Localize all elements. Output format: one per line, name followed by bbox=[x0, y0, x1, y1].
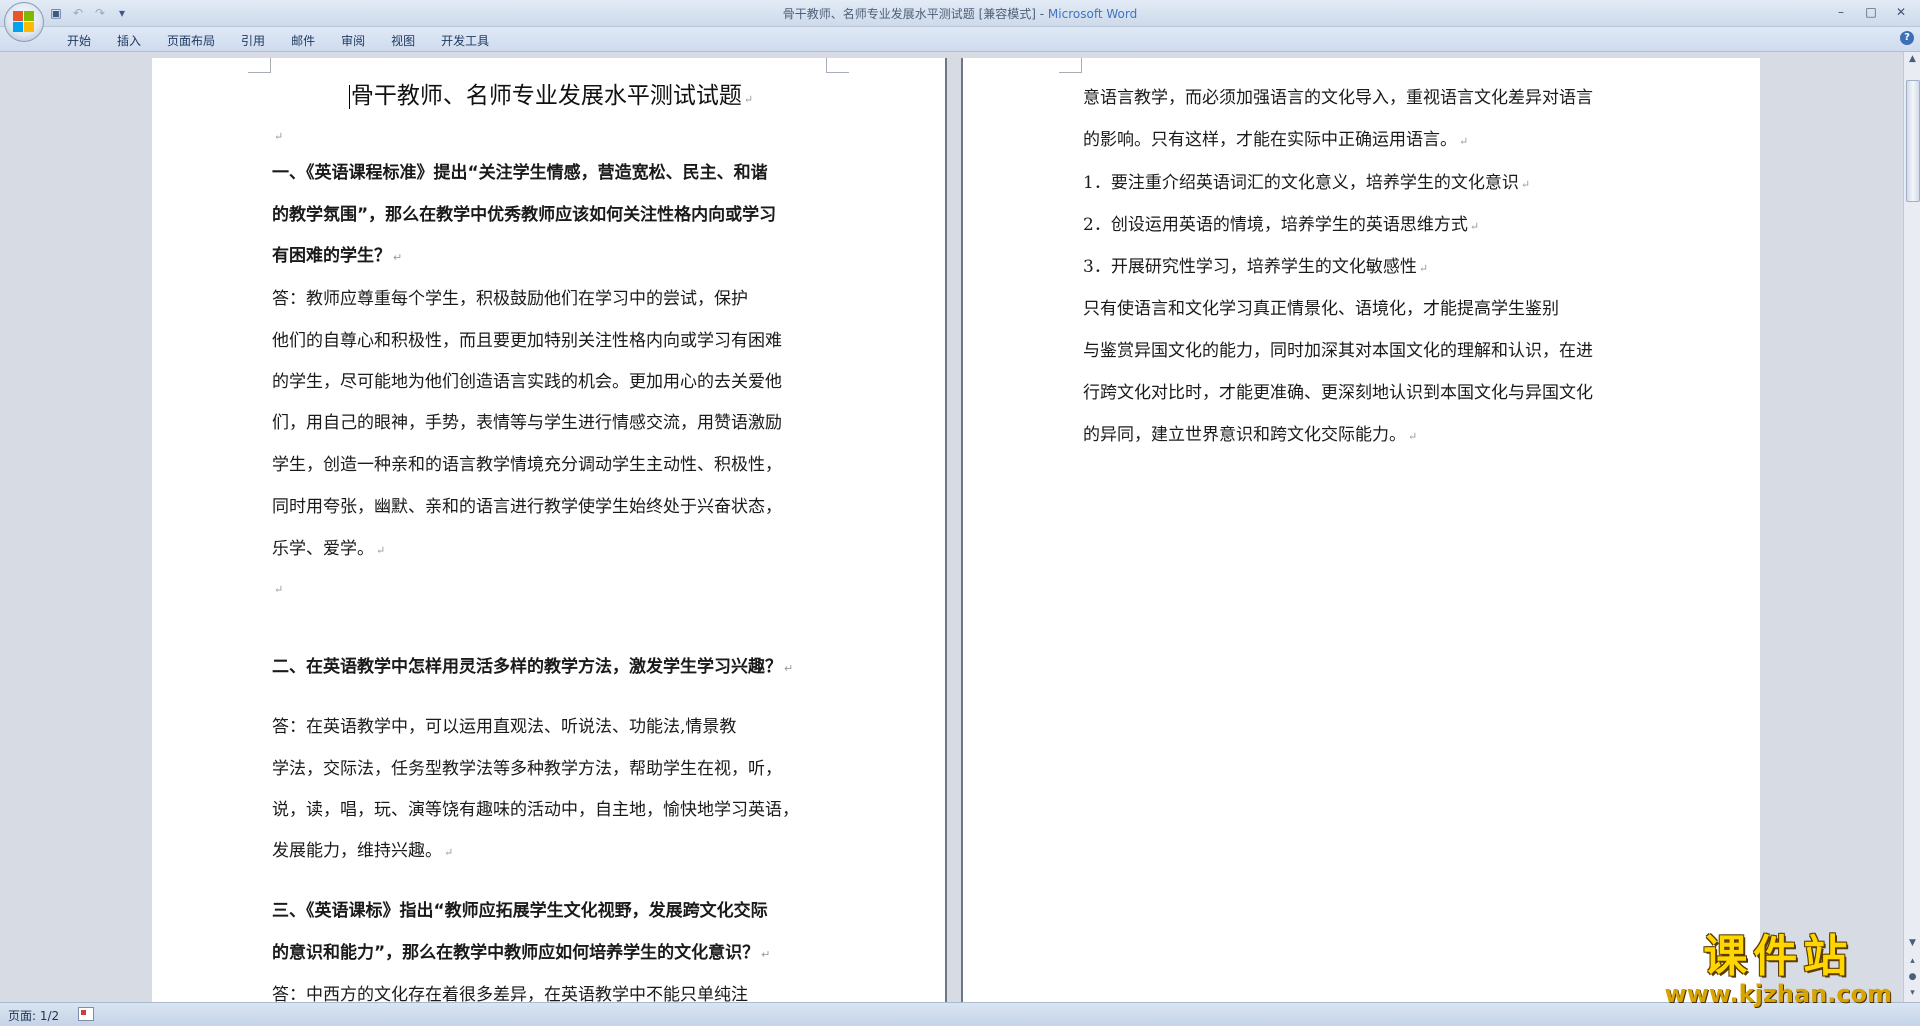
text-line: 学生，创造一种亲和的语言教学情境充分调动学生主动性、积极性， bbox=[272, 455, 782, 475]
watermark-url: www.kjzhan.com bbox=[1664, 980, 1892, 1008]
ribbon-tab[interactable]: 引用 bbox=[228, 30, 278, 50]
paragraph-mark: ↵ bbox=[274, 583, 284, 596]
ribbon-tab[interactable]: 插入 bbox=[104, 30, 154, 50]
question-line: 有困难的学生？ ↵ bbox=[272, 246, 403, 266]
text-line: 行跨文化对比时，才能更准确、更深刻地认识到本国文化与异国文化 bbox=[1083, 383, 1593, 403]
vertical-scrollbar[interactable]: ▲ ▼ ▴ ● ▾ bbox=[1903, 52, 1920, 1002]
maximize-button[interactable]: □ bbox=[1858, 3, 1884, 21]
paragraph-mark: ↵ bbox=[393, 251, 403, 264]
ribbon-tab[interactable]: 审阅 bbox=[328, 30, 378, 50]
help-button[interactable]: ? bbox=[1900, 31, 1914, 45]
paragraph-mark: ↵ bbox=[274, 130, 284, 143]
question-line: 的意识和能力”，那么在教学中教师应如何培养学生的文化意识？ ↵ bbox=[272, 943, 771, 963]
scroll-down-icon[interactable]: ▼ bbox=[1904, 936, 1920, 950]
question-line: 一、《英语课程标准》提出“关注学生情感，营造宽松、民主、和谐 bbox=[272, 163, 768, 183]
page-2[interactable]: 意语言教学，而必须加强语言的文化导入，重视语言文化差异对语言 的影响。只有这样，才… bbox=[961, 58, 1760, 1002]
scroll-up-icon[interactable]: ▲ bbox=[1904, 52, 1920, 66]
watermark: 课件站 www.kjzhan.com bbox=[1665, 920, 1892, 1008]
paragraph-mark: ↵ bbox=[1459, 135, 1469, 148]
paragraph-mark: ↵ bbox=[784, 662, 794, 675]
page-1[interactable]: 骨干教师、名师专业发展水平测试试题 ↵ ↵ 一、《英语课程标准》提出“关注学生情感… bbox=[152, 58, 947, 1002]
page-1-content: 骨干教师、名师专业发展水平测试试题 ↵ ↵ 一、《英语课程标准》提出“关注学生情感… bbox=[272, 58, 830, 1002]
text-line: 答：教师应尊重每个学生，积极鼓励他们在学习中的尝试，保护 bbox=[272, 289, 748, 309]
text-cursor bbox=[348, 85, 350, 109]
ribbon-tab-bar: 开始 插入 页面布局 引用 邮件 审阅 视图 开发工具 ? bbox=[0, 27, 1920, 52]
ribbon-tab[interactable]: 视图 bbox=[378, 30, 428, 50]
text-line: 学法，交际法，任务型教学法等多种教学方法，帮助学生在视，听， bbox=[272, 759, 782, 779]
window-controls: – □ ✕ bbox=[1828, 3, 1914, 21]
paragraph-mark: ↵ bbox=[1469, 220, 1480, 233]
text-line: 他们的自尊心和积极性，而且要更加特别关注性格内向或学习有困难 bbox=[272, 331, 782, 351]
text-line: 说，读，唱，玩、演等饶有趣味的活动中，自主地，愉快地学习英语， bbox=[272, 800, 799, 820]
paragraph-mark: ↵ bbox=[761, 948, 771, 961]
office-logo-icon bbox=[13, 11, 35, 33]
text-line: 答：中西方的文化存在着很多差异，在英语教学中不能只单纯注 bbox=[272, 985, 748, 1002]
text-line: 同时用夸张，幽默、亲和的语言进行教学使学生始终处于兴奋状态， bbox=[272, 497, 782, 517]
text-line: 与鉴赏异国文化的能力，同时加深其对本国文化的理解和认识，在进 bbox=[1083, 341, 1593, 361]
previous-page-icon[interactable]: ▴ bbox=[1904, 954, 1920, 968]
text-line: 的异同，建立世界意识和跨文化交际能力。 ↵ bbox=[1083, 425, 1418, 445]
page-count[interactable]: 页面: 1/2 bbox=[8, 1007, 59, 1024]
ribbon-tab[interactable]: 开发工具 bbox=[428, 30, 502, 50]
question-line: 的教学氛围”，那么在教学中优秀教师应该如何关注性格内向或学习 bbox=[272, 205, 777, 225]
ribbon-tab[interactable]: 页面布局 bbox=[154, 30, 228, 50]
question-line: 三、《英语课标》指出“教师应拓展学生文化视野，发展跨文化交际 bbox=[272, 901, 768, 921]
paragraph-mark: ↵ bbox=[1418, 262, 1429, 275]
text-line: ↵ bbox=[272, 578, 283, 598]
question-line: 二、在英语教学中怎样用灵活多样的教学方法，激发学生学习兴趣？ ↵ bbox=[272, 657, 794, 677]
minimize-button[interactable]: – bbox=[1828, 3, 1854, 21]
paragraph-mark: ↵ bbox=[1408, 430, 1418, 443]
text-line: 3．开展研究性学习，培养学生的文化敏感性 ↵ bbox=[1083, 257, 1429, 277]
title-bar: ▣ ↶ ↷ ▾ 骨干教师、名师专业发展水平测试题 [兼容模式] - Micros… bbox=[0, 0, 1920, 27]
close-button[interactable]: ✕ bbox=[1888, 3, 1914, 21]
app-name: Microsoft Word bbox=[1047, 7, 1138, 21]
text-line: 答：在英语教学中，可以运用直观法、听说法、功能法,情景教 bbox=[272, 717, 737, 737]
paragraph-mark: ↵ bbox=[1520, 178, 1531, 191]
ribbon-tabs: 开始 插入 页面布局 引用 邮件 审阅 视图 开发工具 bbox=[54, 30, 502, 50]
text-line: 只有使语言和文化学习真正情景化、语境化，才能提高学生鉴别 bbox=[1083, 299, 1559, 319]
document-heading: 骨干教师、名师专业发展水平测试试题 ↵ bbox=[348, 83, 754, 109]
text-line: 们，用自己的眼神，手势，表情等与学生进行情感交流，用赞语激励 bbox=[272, 413, 782, 433]
page-2-content: 意语言教学，而必须加强语言的文化导入，重视语言文化差异对语言 的影响。只有这样，才… bbox=[1083, 58, 1641, 1002]
text-line: 乐学、爱学。 ↵ bbox=[272, 539, 386, 559]
status-bar: 页面: 1/2 bbox=[0, 1002, 1920, 1026]
text-line: 的影响。只有这样，才能在实际中正确运用语言。 ↵ bbox=[1083, 130, 1469, 150]
text-line: 1．要注重介绍英语词汇的文化意义，培养学生的文化意识 ↵ bbox=[1083, 173, 1531, 193]
margin-mark bbox=[1059, 58, 1082, 73]
browse-object-icon[interactable]: ● bbox=[1904, 970, 1920, 984]
paragraph-mark: ↵ bbox=[376, 544, 386, 557]
next-page-icon[interactable]: ▾ bbox=[1904, 986, 1920, 1000]
document-area[interactable]: 骨干教师、名师专业发展水平测试试题 ↵ ↵ 一、《英语课程标准》提出“关注学生情感… bbox=[0, 52, 1903, 1002]
text-line: 发展能力，维持兴趣。 ↵ bbox=[272, 841, 454, 861]
office-button[interactable] bbox=[4, 2, 44, 42]
text-line: 的学生，尽可能地为他们创造语言实践的机会。更加用心的去关爱他 bbox=[272, 372, 782, 392]
paragraph-mark: ↵ bbox=[444, 846, 454, 859]
ribbon-tab[interactable]: 开始 bbox=[54, 30, 104, 50]
scroll-thumb[interactable] bbox=[1906, 80, 1920, 202]
ribbon-tab[interactable]: 邮件 bbox=[278, 30, 328, 50]
margin-mark bbox=[248, 58, 271, 73]
text-line: 2．创设运用英语的情境，培养学生的英语思维方式 ↵ bbox=[1083, 215, 1480, 235]
text-line: 意语言教学，而必须加强语言的文化导入，重视语言文化差异对语言 bbox=[1083, 88, 1593, 108]
watermark-text: 课件站 bbox=[1703, 931, 1854, 982]
proofing-icon[interactable] bbox=[78, 1007, 94, 1021]
window-title: 骨干教师、名师专业发展水平测试题 [兼容模式] - Microsoft Word bbox=[0, 5, 1920, 22]
document-title: 骨干教师、名师专业发展水平测试题 [兼容模式] - bbox=[782, 7, 1048, 21]
